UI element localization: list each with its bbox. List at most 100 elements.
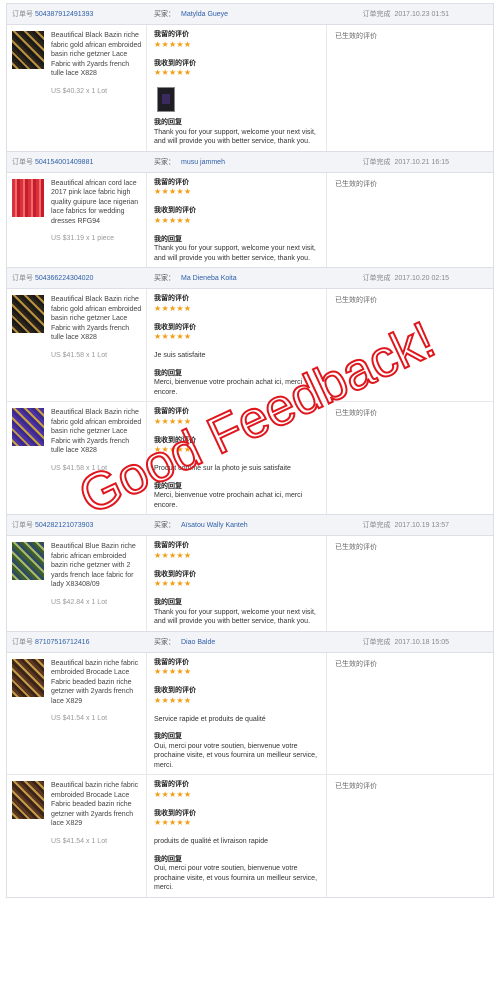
- completed-label: 订单完成: [362, 638, 391, 646]
- received-rating-stars: ★★★★★: [154, 695, 192, 705]
- order-number-cell: 订单号 504366224304020: [7, 273, 147, 283]
- my-rating-stars: ★★★★★: [154, 187, 192, 196]
- my-reply-label: 我的回复: [154, 733, 182, 740]
- buyer-link[interactable]: Diao Balde: [181, 639, 215, 646]
- order-number-cell: 订单号 504387912491393: [7, 9, 147, 19]
- buyer-label: 买家：: [154, 11, 175, 18]
- product-thumbnail[interactable]: [12, 178, 44, 217]
- product-thumbnail[interactable]: [12, 295, 44, 333]
- product-title-link[interactable]: Beautifical bazin riche fabric embroided…: [51, 659, 142, 707]
- buyer-comment: Service rapide et produits de qualité: [154, 715, 266, 723]
- order-number-link[interactable]: 504282121073903: [35, 522, 93, 529]
- received-feedback-label: 我收到的评价: [154, 59, 196, 67]
- product-price: US $41.54 x 1 Lot: [51, 837, 108, 845]
- product-price: US $42.84 x 1 Lot: [51, 598, 108, 606]
- order-header: 订单号 504282121073903 买家： Aïsatou Wally Kant…: [7, 515, 493, 536]
- feedback-list: 订单号 504387912491393 买家： Matylda Gueye 订单完成 2…: [6, 3, 494, 1003]
- feedback-cell: 我留的评价 ★★★★★ 我收到的评价 ★★★★★ Je suis satisfaite 我…: [147, 289, 327, 401]
- product-thumbnail[interactable]: [12, 408, 44, 446]
- product-cell: Beautifical bazin riche fabric embroided…: [7, 652, 147, 774]
- product-cell: Beautifical Blue Bazin riche fabric afri…: [7, 536, 147, 631]
- received-rating-stars: ★★★★★: [154, 445, 192, 454]
- buyer-comment: Produit comme sur la photo je suis satis…: [154, 465, 291, 472]
- order-number-link[interactable]: 504154001409881: [35, 159, 93, 166]
- product-title-link[interactable]: Beautifical Black Bazin riche fabric gol…: [51, 408, 142, 456]
- product-title-link[interactable]: Beautifical bazin riche fabric embroided…: [51, 781, 142, 829]
- buyer-photo-thumbnail[interactable]: [157, 87, 175, 112]
- feedback-status: 已生效的评价: [335, 783, 377, 790]
- order-time: 2017.10.19 13:57: [394, 522, 450, 529]
- reply-text: Thank you for your support, welcome your…: [154, 245, 316, 262]
- my-feedback-label: 我留的评价: [154, 295, 189, 302]
- buyer-link[interactable]: Aïsatou Wally Kanteh: [181, 522, 248, 529]
- buyer-link[interactable]: Matylda Gueye: [181, 11, 228, 18]
- my-feedback-label: 我留的评价: [154, 658, 189, 666]
- order-number-link[interactable]: 504366224304020: [35, 275, 93, 282]
- product-price: US $41.58 x 1 Lot: [51, 464, 108, 472]
- product-cell: Beautifical Black Bazin riche fabric gol…: [7, 402, 147, 514]
- order-item-row: Beautifical african cord lace 2017 pink …: [7, 172, 493, 267]
- product-price: US $41.58 x 1 Lot: [51, 351, 108, 359]
- order-time-cell: 订单完成 2017.10.21 16:15: [327, 157, 493, 167]
- my-rating-stars: ★★★★★: [154, 303, 192, 313]
- feedback-status: 已生效的评价: [335, 410, 377, 417]
- product-title-link[interactable]: Beautifical Blue Bazin riche fabric afri…: [51, 542, 142, 590]
- product-info: Beautifical Black Bazin riche fabric gol…: [51, 31, 142, 151]
- order-number-cell: 订单号 504282121073903: [7, 520, 147, 530]
- product-cell: Beautifical Black Bazin riche fabric gol…: [7, 25, 147, 151]
- product-title-link[interactable]: Beautifical african cord lace 2017 pink …: [51, 179, 142, 227]
- order-header: 订单号 504366224304020 买家： Ma Dieneba Koita 订单…: [7, 268, 493, 289]
- buyer-cell: 买家： Diao Balde: [147, 637, 327, 647]
- order-item-row: Beautifical Blue Bazin riche fabric afri…: [7, 536, 493, 631]
- received-feedback-label: 我收到的评价: [154, 687, 196, 694]
- received-rating-stars: ★★★★★: [154, 579, 192, 588]
- received-rating-stars: ★★★★★: [154, 332, 192, 341]
- order-number-link[interactable]: 504387912491393: [35, 11, 93, 18]
- product-thumbnail[interactable]: [12, 781, 44, 819]
- feedback-status: 已生效的评价: [335, 180, 377, 188]
- buyer-label: 买家：: [154, 638, 175, 646]
- reply-text: Thank you for your support, welcome your…: [154, 128, 316, 146]
- product-thumbnail[interactable]: [12, 542, 44, 580]
- product-thumbnail[interactable]: [12, 31, 44, 69]
- received-feedback-label: 我收到的评价: [154, 323, 196, 331]
- feedback-status: 已生效的评价: [335, 33, 377, 40]
- received-rating-stars: ★★★★★: [154, 818, 192, 827]
- my-reply-label: 我的回复: [154, 855, 182, 863]
- received-feedback-label: 我收到的评价: [154, 570, 196, 578]
- order-block: 订单号 504282121073903 买家： Aïsatou Wally Kant…: [6, 514, 494, 631]
- order-item-row: Beautifical Black Bazin riche fabric gol…: [7, 402, 493, 514]
- order-number-label: 订单号: [12, 275, 33, 282]
- buyer-label: 买家：: [154, 158, 175, 166]
- my-feedback-label: 我留的评价: [154, 408, 189, 415]
- buyer-comment: produits de qualité et livraison rapide: [154, 838, 269, 845]
- feedback-cell: 我留的评价 ★★★★★ 我收到的评价 ★★★★★ produits de qualité…: [147, 775, 327, 897]
- order-block: 订单号 504366224304020 买家： Ma Dieneba Koita 订单…: [6, 267, 494, 514]
- buyer-link[interactable]: Ma Dieneba Koita: [181, 275, 237, 282]
- order-number-link[interactable]: 87107516712416: [35, 639, 90, 646]
- product-cell: Beautifical Black Bazin riche fabric gol…: [7, 289, 147, 401]
- order-number-label: 订单号: [12, 158, 33, 166]
- my-feedback-label: 我留的评价: [154, 178, 189, 186]
- order-time-cell: 订单完成 2017.10.23 01:51: [327, 9, 493, 19]
- product-title-link[interactable]: Beautifical Black Bazin riche fabric gol…: [51, 31, 142, 79]
- order-header: 订单号 504387912491393 买家： Matylda Gueye 订单完成 2…: [7, 4, 493, 25]
- buyer-link[interactable]: musu jammeh: [181, 159, 225, 166]
- product-thumbnail[interactable]: [12, 658, 44, 697]
- buyer-cell: 买家： Ma Dieneba Koita: [147, 273, 327, 283]
- order-time-cell: 订单完成 2017.10.19 13:57: [327, 520, 493, 530]
- feedback-status: 已生效的评价: [335, 297, 377, 304]
- feedback-cell: 我留的评价 ★★★★★ 我收到的评价 ★★★★★ 我的回复 Thank you for y…: [147, 172, 327, 267]
- order-time: 2017.10.20 02:15: [394, 275, 450, 282]
- buyer-comment: Je suis satisfaite: [154, 352, 206, 359]
- my-rating-stars: ★★★★★: [154, 789, 192, 799]
- feedback-cell: 我留的评价 ★★★★★ 我收到的评价 ★★★★★ Produit comme sur l…: [147, 402, 327, 514]
- feedback-cell: 我留的评价 ★★★★★ 我收到的评价 ★★★★★ 我的回复 Thank you for y…: [147, 25, 327, 151]
- product-price: US $41.54 x 1 Lot: [51, 715, 108, 722]
- my-feedback-label: 我留的评价: [154, 31, 189, 38]
- product-title-link[interactable]: Beautifical Black Bazin riche fabric gol…: [51, 295, 142, 343]
- completed-label: 订单完成: [362, 11, 391, 18]
- order-block: 订单号 87107516712416 买家： Diao Balde 订单完成 2017.…: [6, 630, 494, 898]
- completed-label: 订单完成: [362, 522, 391, 529]
- order-item-row: Beautifical bazin riche fabric embroided…: [7, 652, 493, 775]
